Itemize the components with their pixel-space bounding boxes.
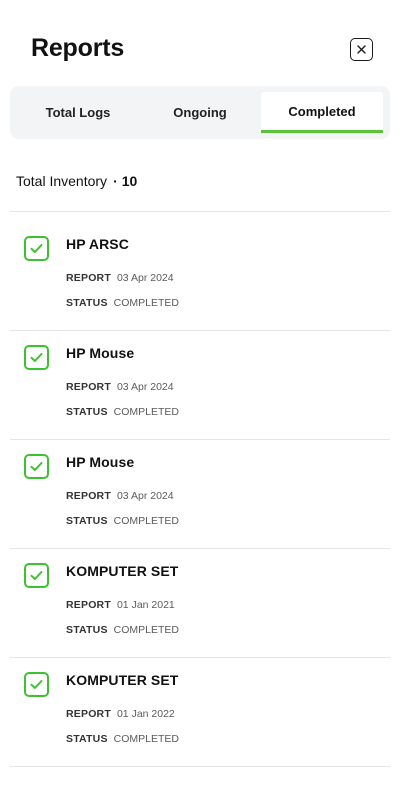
status-value: COMPLETED bbox=[113, 297, 179, 309]
inventory-summary: Total Inventory · 10 bbox=[16, 173, 137, 189]
tab-ongoing[interactable]: Ongoing bbox=[140, 92, 260, 133]
status-value: COMPLETED bbox=[113, 733, 179, 745]
status-key: STATUS bbox=[66, 733, 108, 745]
report-date: 03 Apr 2024 bbox=[116, 490, 174, 502]
report-row: REPORT 01 Jan 2022 bbox=[66, 708, 175, 720]
list-item[interactable]: HP Mouse REPORT 03 Apr 2024 STATUS COMPLET… bbox=[10, 321, 390, 429]
report-row: REPORT 03 Apr 2024 bbox=[66, 272, 174, 284]
item-title: HP Mouse bbox=[66, 454, 135, 470]
item-title: HP Mouse bbox=[66, 345, 135, 361]
report-date: 01 Jan 2021 bbox=[116, 599, 175, 611]
status-key: STATUS bbox=[66, 406, 108, 418]
summary-separator: · bbox=[113, 173, 118, 189]
status-key: STATUS bbox=[66, 297, 108, 309]
page-title: Reports bbox=[31, 34, 125, 62]
report-row: REPORT 01 Jan 2021 bbox=[66, 599, 175, 611]
status-key: STATUS bbox=[66, 515, 108, 527]
check-icon bbox=[24, 563, 49, 588]
tab-total-logs[interactable]: Total Logs bbox=[18, 92, 138, 133]
report-key: REPORT bbox=[66, 708, 111, 720]
summary-label: Total Inventory bbox=[16, 173, 108, 189]
status-value: COMPLETED bbox=[113, 624, 179, 636]
status-value: COMPLETED bbox=[113, 515, 179, 527]
report-key: REPORT bbox=[66, 599, 111, 611]
check-icon bbox=[24, 672, 49, 697]
check-icon bbox=[24, 454, 49, 479]
list-item[interactable]: HP ARSC REPORT 03 Apr 2024 STATUS COMPLETE… bbox=[10, 212, 390, 320]
check-icon bbox=[24, 236, 49, 261]
list-item[interactable]: KOMPUTER SET REPORT 01 Jan 2021 STATUS COM… bbox=[10, 539, 390, 647]
report-row: REPORT 03 Apr 2024 bbox=[66, 381, 174, 393]
status-row: STATUS COMPLETED bbox=[66, 733, 179, 745]
close-icon bbox=[357, 45, 366, 54]
report-date: 01 Jan 2022 bbox=[116, 708, 175, 720]
status-row: STATUS COMPLETED bbox=[66, 406, 179, 418]
status-key: STATUS bbox=[66, 624, 108, 636]
item-title: KOMPUTER SET bbox=[66, 672, 179, 688]
list-item[interactable]: HP Mouse REPORT 03 Apr 2024 STATUS COMPLET… bbox=[10, 430, 390, 538]
list-item[interactable]: KOMPUTER SET REPORT 01 Jan 2022 STATUS COM… bbox=[10, 648, 390, 756]
report-row: REPORT 03 Apr 2024 bbox=[66, 490, 174, 502]
status-value: COMPLETED bbox=[113, 406, 179, 418]
item-title: HP ARSC bbox=[66, 236, 129, 252]
status-row: STATUS COMPLETED bbox=[66, 515, 179, 527]
close-button[interactable] bbox=[350, 38, 373, 61]
status-row: STATUS COMPLETED bbox=[66, 624, 179, 636]
report-key: REPORT bbox=[66, 272, 111, 284]
status-row: STATUS COMPLETED bbox=[66, 297, 179, 309]
summary-count: 10 bbox=[121, 173, 138, 189]
tab-bar: Total Logs Ongoing Completed bbox=[10, 86, 390, 139]
tab-completed[interactable]: Completed bbox=[261, 92, 383, 133]
report-key: REPORT bbox=[66, 381, 111, 393]
header: Reports bbox=[0, 0, 400, 84]
report-key: REPORT bbox=[66, 490, 111, 502]
check-icon bbox=[24, 345, 49, 370]
item-title: KOMPUTER SET bbox=[66, 563, 179, 579]
report-date: 03 Apr 2024 bbox=[116, 381, 174, 393]
report-date: 03 Apr 2024 bbox=[116, 272, 174, 284]
divider bbox=[10, 766, 390, 767]
